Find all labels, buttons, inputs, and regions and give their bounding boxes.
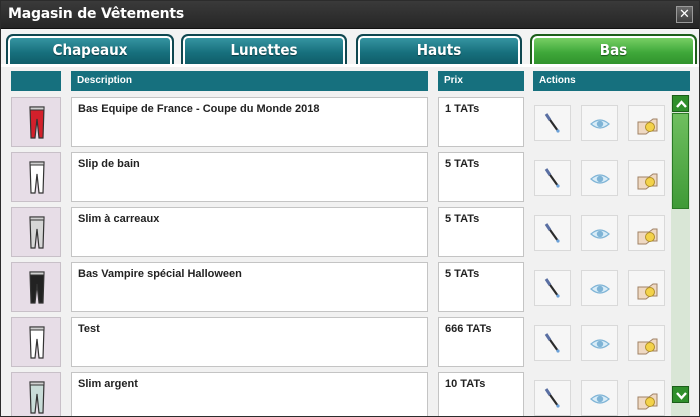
item-thumbnail[interactable]: [11, 317, 61, 367]
item-price: 5 TATs: [438, 262, 524, 312]
eyedropper-icon: [544, 333, 560, 353]
pants-icon: [29, 271, 45, 304]
preview-button[interactable]: [581, 105, 618, 141]
try-on-button[interactable]: [534, 160, 571, 196]
eyedropper-icon: [544, 168, 560, 188]
item-list: Description Prix Actions Bas Equipe de F…: [1, 67, 699, 416]
table-row: Test 666 TATs: [1, 317, 699, 369]
eye-icon: [590, 394, 610, 404]
item-description: Slip de bain: [71, 152, 428, 202]
item-price: 5 TATs: [438, 207, 524, 257]
preview-button[interactable]: [581, 380, 618, 416]
pants-icon: [29, 106, 45, 139]
item-description: Test: [71, 317, 428, 367]
table-row: Slip de bain 5 TATs: [1, 152, 699, 204]
item-price: 5 TATs: [438, 152, 524, 202]
eye-icon: [590, 284, 610, 294]
pants-icon: [29, 216, 45, 249]
buy-button[interactable]: [628, 160, 665, 196]
eyedropper-icon: [544, 113, 560, 133]
chevron-down-icon: [676, 392, 687, 400]
try-on-button[interactable]: [534, 215, 571, 251]
column-header-image: [11, 71, 61, 91]
shop-window: Magasin de Vêtements ✕ Chapeaux Lunettes…: [0, 0, 700, 417]
category-tabs: Chapeaux Lunettes Hauts Bas: [1, 29, 699, 66]
item-description: Bas Equipe de France - Coupe du Monde 20…: [71, 97, 428, 147]
item-thumbnail[interactable]: [11, 207, 61, 257]
column-header-description: Description: [71, 71, 428, 91]
buy-button[interactable]: [628, 270, 665, 306]
pants-icon: [29, 381, 45, 414]
scroll-up-button[interactable]: [672, 95, 689, 112]
window-title: Magasin de Vêtements: [8, 6, 185, 22]
preview-button[interactable]: [581, 160, 618, 196]
eyedropper-icon: [544, 278, 560, 298]
item-thumbnail[interactable]: [11, 97, 61, 147]
item-thumbnail[interactable]: [11, 262, 61, 312]
buy-button[interactable]: [628, 105, 665, 141]
hand-coin-icon: [637, 338, 658, 355]
buy-button[interactable]: [628, 325, 665, 361]
tab-hauts[interactable]: Hauts: [356, 34, 522, 66]
chevron-up-icon: [676, 100, 687, 108]
hand-coin-icon: [637, 283, 658, 300]
item-description: Slim argent: [71, 372, 428, 416]
column-header-price: Prix: [438, 71, 524, 91]
item-description: Slim à carreaux: [71, 207, 428, 257]
table-row: Slim argent 10 TATs: [1, 372, 699, 416]
eyedropper-icon: [544, 388, 560, 408]
try-on-button[interactable]: [534, 105, 571, 141]
tab-lunettes[interactable]: Lunettes: [181, 34, 347, 66]
item-thumbnail[interactable]: [11, 372, 61, 416]
scrollbar-thumb[interactable]: [672, 113, 689, 209]
hand-coin-icon: [637, 393, 658, 410]
close-button[interactable]: ✕: [676, 6, 693, 23]
try-on-button[interactable]: [534, 380, 571, 416]
column-header-actions: Actions: [533, 71, 690, 91]
pants-icon: [29, 161, 45, 194]
hand-coin-icon: [637, 118, 658, 135]
scroll-down-button[interactable]: [672, 386, 689, 403]
item-price: 10 TATs: [438, 372, 524, 416]
table-row: Bas Equipe de France - Coupe du Monde 20…: [1, 97, 699, 149]
buy-button[interactable]: [628, 380, 665, 416]
item-thumbnail[interactable]: [11, 152, 61, 202]
hand-coin-icon: [637, 228, 658, 245]
preview-button[interactable]: [581, 325, 618, 361]
try-on-button[interactable]: [534, 270, 571, 306]
title-bar[interactable]: Magasin de Vêtements ✕: [1, 1, 699, 29]
item-price: 1 TATs: [438, 97, 524, 147]
item-description: Bas Vampire spécial Halloween: [71, 262, 428, 312]
table-row: Slim à carreaux 5 TATs: [1, 207, 699, 259]
preview-button[interactable]: [581, 270, 618, 306]
item-price: 666 TATs: [438, 317, 524, 367]
eye-icon: [590, 174, 610, 184]
eyedropper-icon: [544, 223, 560, 243]
hand-coin-icon: [637, 173, 658, 190]
eye-icon: [590, 119, 610, 129]
preview-button[interactable]: [581, 215, 618, 251]
pants-icon: [29, 326, 45, 359]
tab-chapeaux[interactable]: Chapeaux: [6, 34, 174, 66]
buy-button[interactable]: [628, 215, 665, 251]
table-row: Bas Vampire spécial Halloween 5 TATs: [1, 262, 699, 314]
eye-icon: [590, 229, 610, 239]
try-on-button[interactable]: [534, 325, 571, 361]
eye-icon: [590, 339, 610, 349]
tab-bas[interactable]: Bas: [530, 34, 697, 66]
